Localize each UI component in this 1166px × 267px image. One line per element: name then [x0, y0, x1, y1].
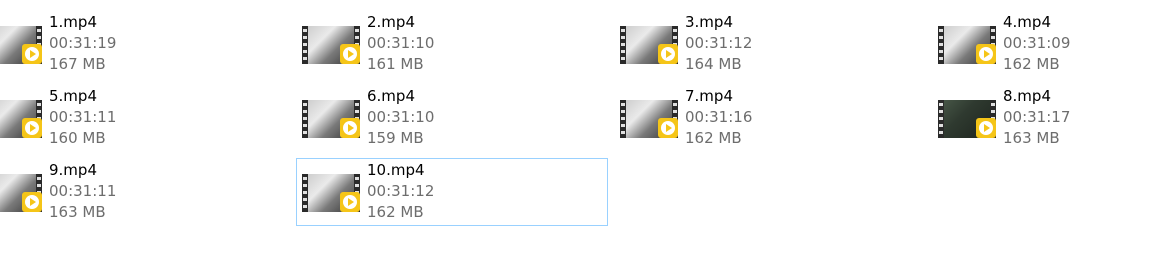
- file-duration: 00:31:16: [685, 108, 753, 126]
- file-name: 5.mp4: [49, 87, 97, 105]
- file-duration: 00:31:12: [367, 182, 435, 200]
- file-size: 167 MB: [49, 55, 106, 73]
- file-name: 2.mp4: [367, 13, 415, 31]
- video-thumbnail-icon: [302, 100, 360, 138]
- file-duration: 00:31:09: [1003, 34, 1071, 52]
- play-icon: [340, 192, 360, 212]
- play-icon: [976, 44, 996, 64]
- video-thumbnail-icon: [0, 26, 42, 64]
- video-thumbnail-icon: [620, 100, 678, 138]
- file-size: 163 MB: [1003, 129, 1060, 147]
- file-duration: 00:31:11: [49, 108, 117, 126]
- file-tile[interactable]: 4.mp4 00:31:09 162 MB: [932, 11, 1162, 79]
- file-tile[interactable]: 3.mp4 00:31:12 164 MB: [614, 11, 926, 79]
- play-icon: [658, 118, 678, 138]
- file-tile[interactable]: 6.mp4 00:31:10 159 MB: [296, 85, 608, 153]
- play-icon: [976, 118, 996, 138]
- file-size: 163 MB: [49, 203, 106, 221]
- file-tile[interactable]: 2.mp4 00:31:10 161 MB: [296, 11, 608, 79]
- play-icon: [22, 118, 42, 138]
- play-icon: [340, 118, 360, 138]
- file-size: 162 MB: [685, 129, 742, 147]
- file-size: 164 MB: [685, 55, 742, 73]
- file-name: 4.mp4: [1003, 13, 1051, 31]
- file-tile[interactable]: 1.mp4 00:31:19 167 MB: [0, 11, 296, 79]
- file-name: 9.mp4: [49, 161, 97, 179]
- video-thumbnail-icon: [302, 174, 360, 212]
- file-size: 162 MB: [1003, 55, 1060, 73]
- video-thumbnail-icon: [0, 174, 42, 212]
- file-size: 162 MB: [367, 203, 424, 221]
- file-name: 3.mp4: [685, 13, 733, 31]
- file-name: 1.mp4: [49, 13, 97, 31]
- video-thumbnail-icon: [938, 100, 996, 138]
- file-name: 10.mp4: [367, 161, 425, 179]
- file-duration: 00:31:12: [685, 34, 753, 52]
- file-tile[interactable]: 5.mp4 00:31:11 160 MB: [0, 85, 296, 153]
- file-tile[interactable]: 7.mp4 00:31:16 162 MB: [614, 85, 926, 153]
- file-duration: 00:31:19: [49, 34, 117, 52]
- file-name: 7.mp4: [685, 87, 733, 105]
- file-duration: 00:31:11: [49, 182, 117, 200]
- file-duration: 00:31:10: [367, 34, 435, 52]
- file-size: 160 MB: [49, 129, 106, 147]
- play-icon: [22, 44, 42, 64]
- file-duration: 00:31:17: [1003, 108, 1071, 126]
- file-tile[interactable]: 9.mp4 00:31:11 163 MB: [0, 159, 296, 227]
- file-size: 159 MB: [367, 129, 424, 147]
- file-tile-selected[interactable]: 10.mp4 00:31:12 162 MB: [296, 158, 608, 226]
- file-name: 8.mp4: [1003, 87, 1051, 105]
- file-name: 6.mp4: [367, 87, 415, 105]
- video-thumbnail-icon: [620, 26, 678, 64]
- play-icon: [22, 192, 42, 212]
- video-thumbnail-icon: [938, 26, 996, 64]
- video-thumbnail-icon: [302, 26, 360, 64]
- video-thumbnail-icon: [0, 100, 42, 138]
- file-tile[interactable]: 8.mp4 00:31:17 163 MB: [932, 85, 1162, 153]
- file-size: 161 MB: [367, 55, 424, 73]
- play-icon: [340, 44, 360, 64]
- file-duration: 00:31:10: [367, 108, 435, 126]
- play-icon: [658, 44, 678, 64]
